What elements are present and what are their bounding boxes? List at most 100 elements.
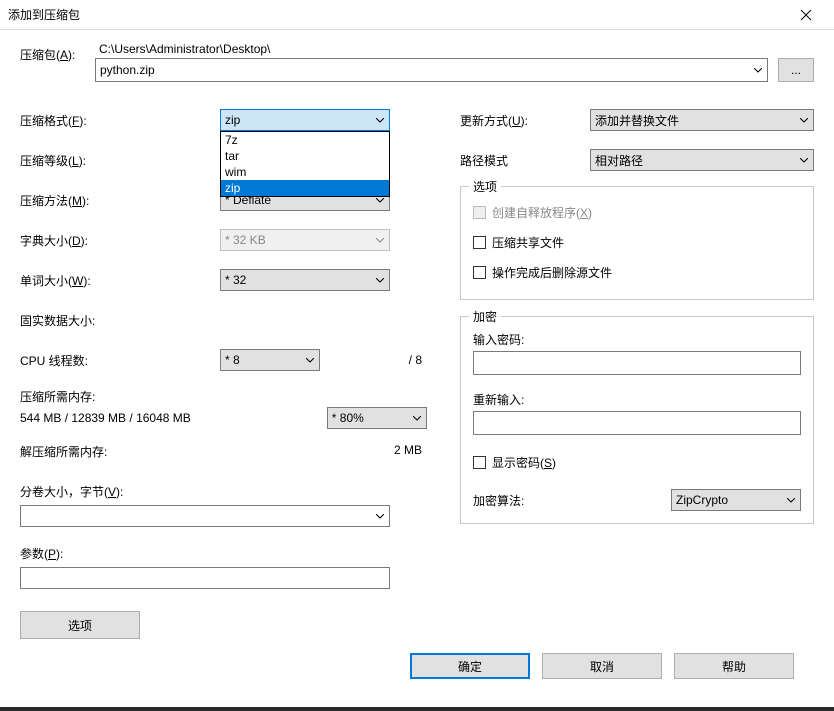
format-combo[interactable]: zip 7z tar wim zip <box>220 109 390 131</box>
format-row: 压缩格式(F): zip 7z tar wim zip <box>20 100 430 140</box>
right-column: 更新方式(U): 添加并替换文件 路径模式 相对路径 选项 <box>460 100 814 639</box>
close-button[interactable] <box>786 0 826 30</box>
browse-button[interactable]: ... <box>778 58 814 82</box>
pathmode-combo[interactable]: 相对路径 <box>590 149 814 171</box>
archive-right: C:\Users\Administrator\Desktop\ python.z… <box>95 42 814 82</box>
showpw-row[interactable]: 显示密码(S) <box>473 447 801 477</box>
left-column: 压缩格式(F): zip 7z tar wim zip 压缩等级(L): <box>20 100 430 639</box>
word-row: 单词大小(W): * 32 <box>20 260 430 300</box>
pathmode-value: 相对路径 <box>595 152 643 169</box>
shared-label: 压缩共享文件 <box>492 234 564 251</box>
level-label: 压缩等级(L): <box>20 152 220 169</box>
encryption-group: 加密 输入密码: 重新输入: 显示密码(S) 加密算法: ZipCrypto <box>460 316 814 524</box>
cpu-row: CPU 线程数: * 8 / 8 <box>20 340 430 380</box>
password-confirm-input[interactable] <box>473 411 801 435</box>
chevron-down-icon <box>410 411 424 425</box>
algo-combo[interactable]: ZipCrypto <box>671 489 801 511</box>
chevron-down-icon <box>784 493 798 507</box>
dict-combo: * 32 KB <box>220 229 390 251</box>
solid-row: 固实数据大小: <box>20 300 430 340</box>
params-input[interactable] <box>20 567 390 589</box>
ok-button[interactable]: 确定 <box>410 653 530 679</box>
add-to-archive-dialog: 添加到压缩包 压缩包(A): C:\Users\Administrator\De… <box>0 0 834 707</box>
pw-label: 输入密码: <box>473 327 801 351</box>
archive-path: C:\Users\Administrator\Desktop\ <box>95 42 814 56</box>
format-option-7z[interactable]: 7z <box>221 132 389 148</box>
solid-label: 固实数据大小: <box>20 312 220 329</box>
chevron-down-icon <box>373 509 387 523</box>
mem-label-row: 压缩所需内存: <box>20 388 430 405</box>
encryption-legend: 加密 <box>469 308 501 325</box>
update-label: 更新方式(U): <box>460 112 590 129</box>
format-option-zip[interactable]: zip <box>221 180 389 196</box>
chevron-down-icon <box>373 273 387 287</box>
mem-value: 544 MB / 12839 MB / 16048 MB <box>20 411 191 425</box>
cpu-value: * 8 <box>225 353 240 367</box>
columns: 压缩格式(F): zip 7z tar wim zip 压缩等级(L): <box>20 100 814 639</box>
chevron-down-icon <box>303 353 317 367</box>
update-row: 更新方式(U): 添加并替换文件 <box>460 100 814 140</box>
delete-checkbox[interactable] <box>473 266 486 279</box>
algo-row: 加密算法: ZipCrypto <box>473 489 801 511</box>
dict-row: 字典大小(D): * 32 KB <box>20 220 430 260</box>
format-dropdown-list: 7z tar wim zip <box>220 131 390 197</box>
volume-combo[interactable] <box>20 505 390 527</box>
dialog-content: 压缩包(A): C:\Users\Administrator\Desktop\ … <box>0 30 834 711</box>
pathmode-row: 路径模式 相对路径 <box>460 140 814 180</box>
decomp-row: 解压缩所需内存: 2 MB <box>20 443 430 473</box>
dict-value: * 32 KB <box>225 233 266 247</box>
options-button[interactable]: 选项 <box>20 611 140 639</box>
password-input[interactable] <box>473 351 801 375</box>
shared-row[interactable]: 压缩共享文件 <box>473 227 801 257</box>
volume-label: 分卷大小，字节(V): <box>20 483 123 500</box>
cancel-button[interactable]: 取消 <box>542 653 662 679</box>
params-label: 参数(P): <box>20 545 63 562</box>
options-legend: 选项 <box>469 178 501 195</box>
pw2-label: 重新输入: <box>473 387 801 411</box>
archive-input-row: python.zip ... <box>95 58 814 82</box>
format-option-tar[interactable]: tar <box>221 148 389 164</box>
mem-value-row: 544 MB / 12839 MB / 16048 MB * 80% <box>20 407 430 429</box>
archive-section: 压缩包(A): C:\Users\Administrator\Desktop\ … <box>20 42 814 82</box>
params-label-row: 参数(P): <box>20 541 430 565</box>
chevron-down-icon <box>373 113 387 127</box>
chevron-down-icon <box>751 63 765 77</box>
sfx-checkbox <box>473 206 486 219</box>
archive-filename-combo[interactable]: python.zip <box>95 58 768 82</box>
format-label: 压缩格式(F): <box>20 112 220 129</box>
sfx-row: 创建自释放程序(X) <box>473 197 801 227</box>
cpu-max: / 8 <box>409 353 430 367</box>
cpu-label: CPU 线程数: <box>20 352 220 369</box>
window-title: 添加到压缩包 <box>8 6 786 23</box>
options-group: 选项 创建自释放程序(X) 压缩共享文件 操作完成后删除源文件 <box>460 186 814 300</box>
showpw-label: 显示密码(S) <box>492 454 556 471</box>
showpw-checkbox[interactable] <box>473 456 486 469</box>
help-button[interactable]: 帮助 <box>674 653 794 679</box>
format-value: zip <box>225 113 240 127</box>
update-combo[interactable]: 添加并替换文件 <box>590 109 814 131</box>
archive-filename-text: python.zip <box>100 63 155 77</box>
mem-pct-combo[interactable]: * 80% <box>327 407 427 429</box>
word-combo[interactable]: * 32 <box>220 269 390 291</box>
chevron-down-icon <box>373 233 387 247</box>
algo-value: ZipCrypto <box>676 493 728 507</box>
shared-checkbox[interactable] <box>473 236 486 249</box>
decomp-value: 2 MB <box>394 443 430 473</box>
decomp-label: 解压缩所需内存: <box>20 443 107 473</box>
footer: 确定 取消 帮助 <box>20 639 814 695</box>
chevron-down-icon <box>797 113 811 127</box>
volume-label-row: 分卷大小，字节(V): <box>20 479 430 503</box>
chevron-down-icon <box>797 153 811 167</box>
mem-pct-value: * 80% <box>332 411 364 425</box>
pathmode-label: 路径模式 <box>460 152 590 169</box>
method-label: 压缩方法(M): <box>20 192 220 209</box>
format-option-wim[interactable]: wim <box>221 164 389 180</box>
mem-label: 压缩所需内存: <box>20 388 95 405</box>
update-value: 添加并替换文件 <box>595 112 679 129</box>
word-label: 单词大小(W): <box>20 272 220 289</box>
archive-label: 压缩包(A): <box>20 42 95 63</box>
cpu-combo[interactable]: * 8 <box>220 349 320 371</box>
sfx-label: 创建自释放程序(X) <box>492 204 592 221</box>
delete-row[interactable]: 操作完成后删除源文件 <box>473 257 801 287</box>
dict-label: 字典大小(D): <box>20 232 220 249</box>
